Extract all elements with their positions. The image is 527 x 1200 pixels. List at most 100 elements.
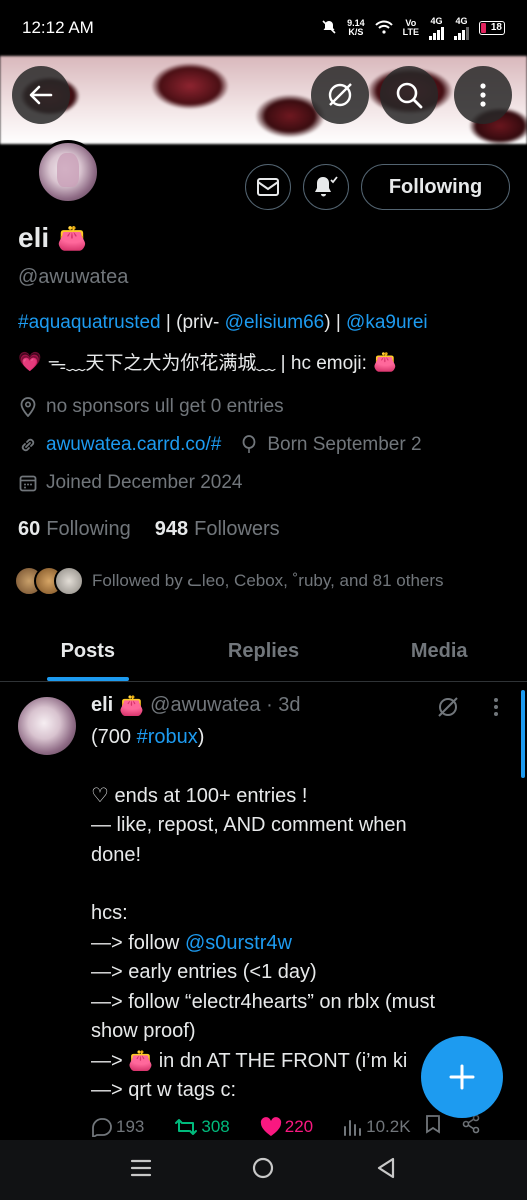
profile-tabs: Posts Replies Media bbox=[0, 622, 527, 682]
bio-line-2: 💗 ⁠ᯓ﹏天下之大为你花满城﹏ | hc emoji: 👛 bbox=[18, 348, 397, 375]
status-time: 12:12 AM bbox=[22, 18, 94, 37]
reply-count: 193 bbox=[116, 1116, 145, 1136]
followers-count: 948 bbox=[154, 518, 189, 540]
following-button[interactable]: Following bbox=[361, 164, 510, 210]
avatar bbox=[54, 566, 84, 596]
grok-icon bbox=[328, 83, 352, 107]
notifications-button[interactable] bbox=[303, 164, 349, 210]
profile-name-text: eli bbox=[18, 222, 50, 253]
search-icon bbox=[396, 82, 423, 109]
reply-button[interactable]: 193 bbox=[91, 1117, 144, 1137]
post-actions: 193 308 220 10.2K bbox=[91, 1114, 511, 1139]
repost-button[interactable]: 308 bbox=[174, 1116, 230, 1137]
location-pin-icon bbox=[18, 397, 38, 417]
mail-icon bbox=[257, 178, 279, 196]
following-count: 60 bbox=[18, 518, 41, 540]
following-count-link[interactable]: 60 Following bbox=[18, 518, 131, 541]
post-avatar[interactable] bbox=[18, 697, 76, 755]
post-line: ♡ ends at 100+ entries ! bbox=[91, 784, 308, 807]
status-bar: 12:12 AM 9.14 K/S Vo LTE 4G 4G 18 bbox=[0, 0, 527, 56]
purse-emoji-icon: 👛 bbox=[57, 224, 88, 252]
heart-emoji-icon: 💗 bbox=[18, 351, 42, 373]
compose-post-button[interactable] bbox=[421, 1036, 503, 1118]
repost-icon bbox=[175, 1118, 198, 1135]
volte-lte: LTE bbox=[402, 27, 419, 37]
website-link[interactable]: awuwatea.carrd.co/# bbox=[46, 434, 221, 456]
more-vertical-icon bbox=[480, 83, 486, 107]
purse-emoji-icon: 👛 bbox=[119, 695, 145, 717]
profile-website-birthday: awuwatea.carrd.co/# Born September 2 bbox=[18, 434, 422, 456]
plus-icon bbox=[449, 1064, 475, 1090]
system-nav-bar bbox=[0, 1140, 527, 1200]
followed-by-text: Followed by ᓚleo, Cebox, ˚ruby, and 81 o… bbox=[92, 571, 444, 590]
back-arrow-icon bbox=[29, 85, 53, 105]
post-more-icon[interactable] bbox=[493, 697, 499, 722]
like-count: 220 bbox=[284, 1116, 314, 1136]
more-options-button[interactable] bbox=[454, 66, 512, 124]
home-button[interactable] bbox=[251, 1156, 275, 1185]
battery-icon: 18 bbox=[479, 21, 505, 35]
repost-count: 308 bbox=[201, 1116, 230, 1136]
network-speed: 9.14 K/S bbox=[347, 19, 365, 37]
bio-text: | (priv- bbox=[160, 312, 225, 333]
link-icon bbox=[18, 435, 38, 455]
mention-link[interactable]: @s0urstr4w bbox=[185, 932, 292, 954]
birthday-text: Born September 2 bbox=[267, 434, 422, 455]
back-button[interactable] bbox=[12, 66, 70, 124]
post-line: —> follow @s0urstr4w bbox=[91, 931, 292, 954]
volte-indicator: Vo LTE bbox=[403, 19, 419, 37]
home-circle-icon bbox=[253, 1157, 274, 1178]
bio-hashtag-link[interactable]: #aquaquatrusted bbox=[18, 312, 161, 333]
calendar-icon bbox=[18, 473, 38, 493]
purse-emoji-icon: 👛 bbox=[372, 351, 397, 373]
profile-banner[interactable] bbox=[0, 56, 527, 144]
search-button[interactable] bbox=[380, 66, 438, 124]
profile-joined: Joined December 2024 bbox=[18, 472, 242, 494]
post-author-name[interactable]: eli bbox=[91, 694, 113, 717]
tab-media[interactable]: Media bbox=[351, 622, 527, 681]
tab-replies[interactable]: Replies bbox=[176, 622, 352, 681]
wifi-icon bbox=[374, 20, 393, 36]
battery-level: 18 bbox=[490, 22, 502, 33]
bio-text: ) | bbox=[324, 312, 347, 333]
bell-check-icon bbox=[315, 176, 338, 197]
sim1-signal: 4G bbox=[429, 16, 444, 40]
post-line bbox=[91, 753, 511, 782]
profile-name: eli 👛 bbox=[18, 222, 87, 254]
recent-apps-button[interactable] bbox=[130, 1157, 152, 1184]
like-button[interactable]: 220 bbox=[260, 1117, 313, 1137]
follower-avatars bbox=[14, 566, 84, 596]
post-line: hcs: bbox=[91, 902, 128, 924]
menu-lines-icon bbox=[130, 1159, 151, 1176]
reply-icon bbox=[92, 1117, 112, 1137]
post-line: —> early entries (<1 day) bbox=[91, 961, 317, 983]
heart-icon bbox=[260, 1116, 281, 1136]
bio-priv-handle-link[interactable]: @elisium66 bbox=[225, 312, 325, 333]
sim2-signal: 4G bbox=[454, 16, 469, 40]
follow-counts: 60 Following 948 Followers bbox=[18, 518, 280, 541]
location-text: no sponsors ull get 0 entries bbox=[46, 396, 284, 417]
back-nav-button[interactable] bbox=[375, 1156, 397, 1185]
grok-post-icon[interactable] bbox=[436, 695, 460, 724]
post-header: eli 👛 @awuwatea · 3d bbox=[91, 693, 301, 718]
bio-alt-handle-link[interactable]: @ka9urei bbox=[346, 312, 428, 333]
post-meta: @awuwatea · 3d bbox=[150, 694, 301, 716]
bio-text: ⁠ᯓ﹏天下之大为你花满城﹏ | hc emoji: bbox=[47, 353, 367, 374]
views-icon bbox=[344, 1119, 362, 1136]
joined-text: Joined December 2024 bbox=[46, 472, 243, 493]
profile-location: no sponsors ull get 0 entries bbox=[18, 396, 284, 418]
grok-button[interactable] bbox=[311, 66, 369, 124]
followers-count-link[interactable]: 948 Followers bbox=[155, 518, 280, 541]
message-button[interactable] bbox=[245, 164, 291, 210]
views-button[interactable]: 10.2K bbox=[343, 1117, 411, 1137]
tab-posts[interactable]: Posts bbox=[0, 622, 176, 681]
status-icons: 9.14 K/S Vo LTE 4G 4G 18 bbox=[321, 16, 505, 40]
scrollbar[interactable] bbox=[521, 690, 525, 778]
bookmark-icon[interactable] bbox=[425, 1114, 441, 1139]
post-line: (700 #robux) bbox=[91, 726, 205, 748]
followed-by-row[interactable]: Followed by ᓚleo, Cebox, ˚ruby, and 81 o… bbox=[14, 566, 444, 596]
profile-handle: @awuwatea bbox=[18, 266, 129, 288]
hashtag-link[interactable]: #robux bbox=[137, 726, 198, 748]
network-speed-unit: K/S bbox=[348, 27, 364, 37]
profile-avatar[interactable] bbox=[36, 140, 100, 204]
